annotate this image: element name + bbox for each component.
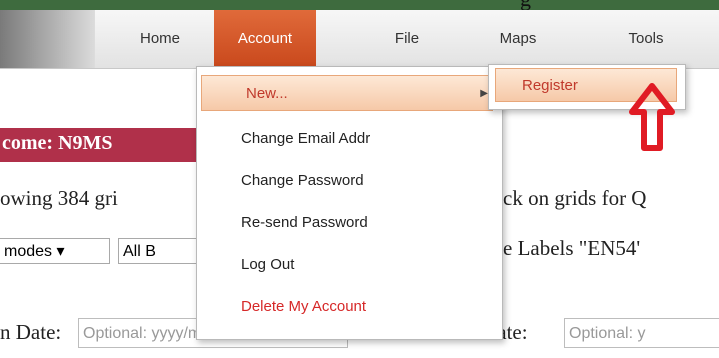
nav-tools[interactable]: Tools <box>604 10 688 68</box>
bands-select[interactable]: All B <box>118 238 208 264</box>
menu-item-change-email[interactable]: Change Email Addr <box>197 121 502 157</box>
menu-item-log-out[interactable]: Log Out <box>197 247 502 283</box>
welcome-banner: come: N9MS <box>0 128 196 162</box>
grid-count-text: owing 384 gri <box>0 186 118 210</box>
nav-bar-left-edge <box>0 10 95 68</box>
menu-item-resend-password[interactable]: Re-send Password <box>197 205 502 241</box>
annotation-arrow-icon <box>629 83 675 151</box>
nav-maps[interactable]: Maps <box>478 10 558 68</box>
menu-item-new[interactable]: New... ▶ <box>201 75 493 111</box>
bands-select-value: All B <box>123 243 156 260</box>
modes-select-value: modes <box>4 243 53 260</box>
menu-item-delete-account[interactable]: Delete My Account <box>197 289 502 325</box>
menu-item-change-password[interactable]: Change Password <box>197 163 502 199</box>
from-date-label: n Date: <box>0 320 62 344</box>
account-dropdown-menu: New... ▶ Change Email Addr Change Passwo… <box>196 66 503 340</box>
nav-file[interactable]: File <box>372 10 442 68</box>
menu-item-new-label: New... <box>246 85 288 102</box>
welcome-text: come: N9MS <box>2 132 113 154</box>
labels-text: e Labels "EN54' <box>503 236 641 260</box>
to-date-input[interactable]: Optional: y <box>564 318 719 348</box>
top-strip <box>0 0 719 10</box>
grid-instructions-text: ck on grids for Q <box>503 186 647 210</box>
modes-select[interactable]: modes ▾ <box>0 238 110 264</box>
nav-account[interactable]: Account <box>214 10 316 68</box>
nav-home[interactable]: Home <box>110 10 210 68</box>
submenu-arrow-icon: ▶ <box>480 88 488 99</box>
